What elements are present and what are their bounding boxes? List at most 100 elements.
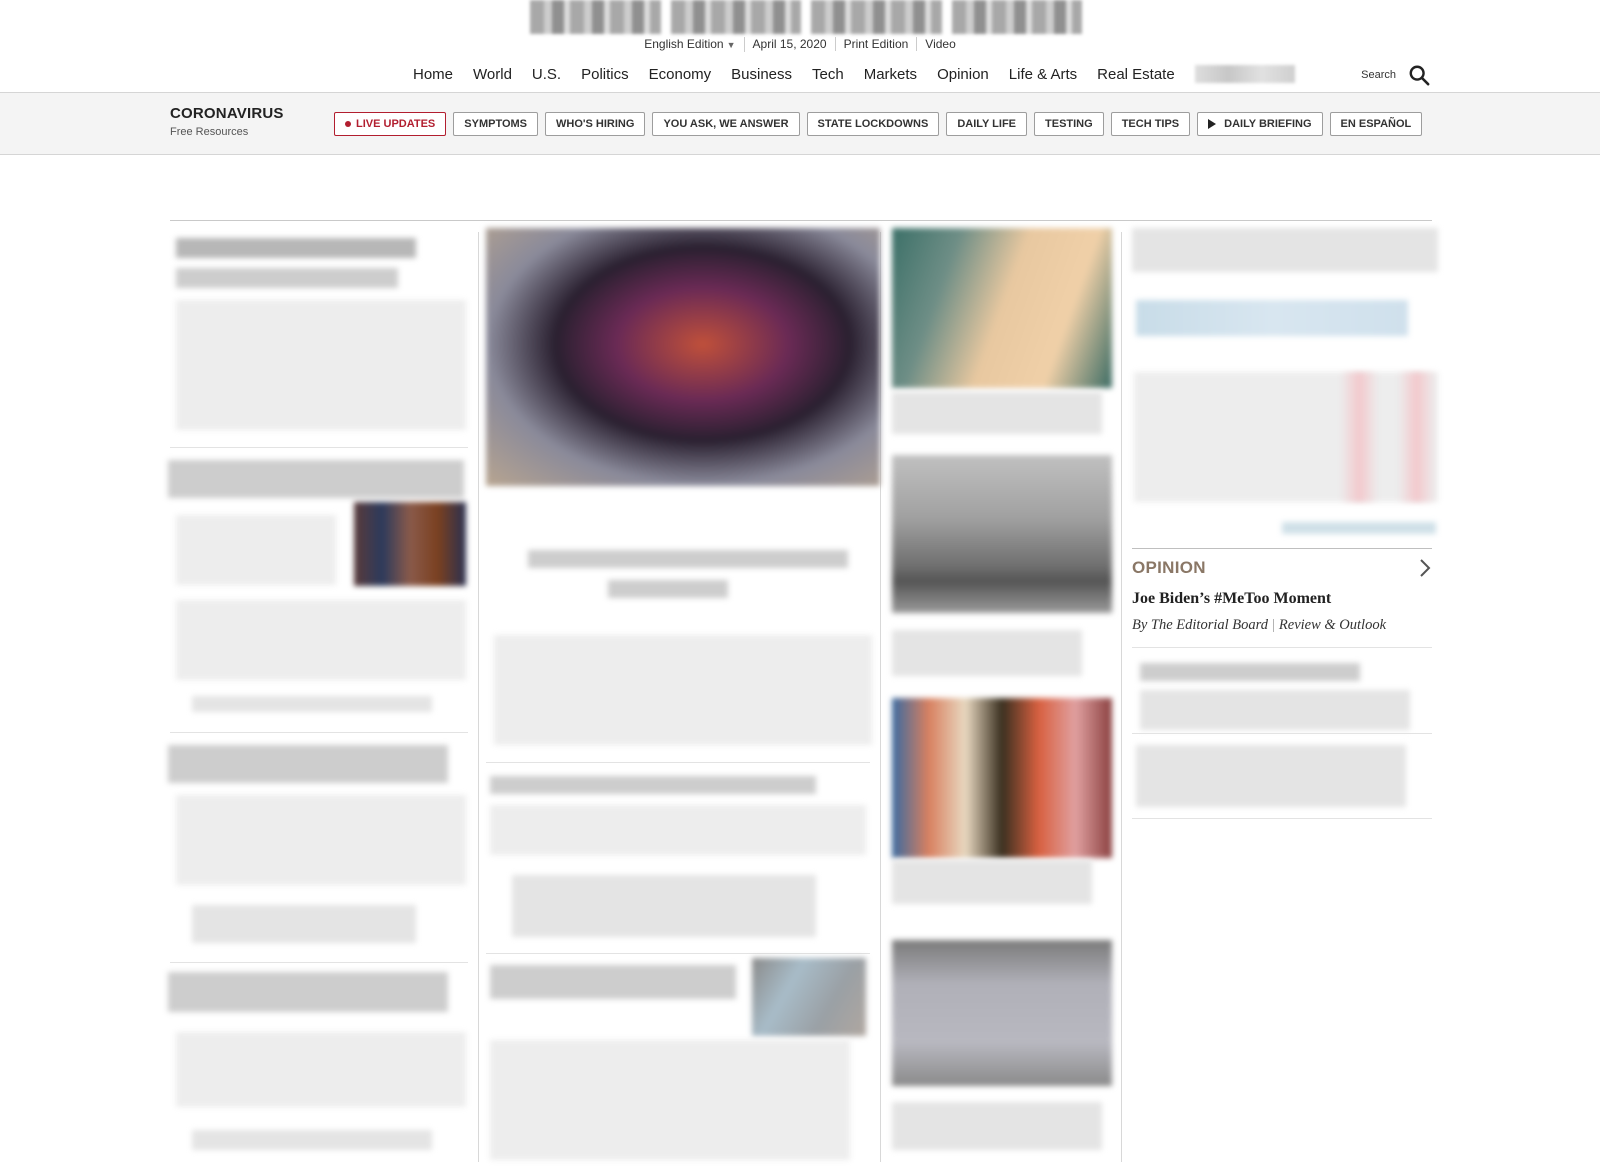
- market-chart: [1136, 300, 1408, 336]
- byline-separator: |: [1272, 617, 1275, 633]
- logo-blur: [951, 0, 1082, 34]
- summary-blur: [1140, 690, 1410, 730]
- masthead-logo[interactable]: [530, 0, 1082, 34]
- nav-opinion[interactable]: Opinion: [927, 65, 999, 85]
- headline-blur: [892, 392, 1102, 434]
- live-updates-button[interactable]: LIVE UPDATES: [334, 112, 447, 136]
- nav-world[interactable]: World: [463, 65, 522, 85]
- lead-story-image[interactable]: [486, 228, 880, 486]
- summary-blur: [176, 300, 466, 430]
- search-label: Search: [1361, 69, 1396, 81]
- content-divider: [170, 220, 1432, 221]
- opinion-byline: By The Editorial Board | Review & Outlook: [1132, 617, 1386, 634]
- logo-blur: [811, 0, 942, 34]
- coronavirus-topic-bar: CORONAVIRUS Free Resources LIVE UPDATES …: [0, 92, 1600, 155]
- column-divider: [880, 232, 881, 1162]
- opinion-section-link[interactable]: Review & Outlook: [1279, 617, 1386, 633]
- nav-us[interactable]: U.S.: [522, 65, 571, 85]
- headline-blur: [168, 460, 464, 498]
- you-ask-button[interactable]: YOU ASK, WE ANSWER: [652, 112, 800, 136]
- video-link[interactable]: Video: [917, 37, 963, 51]
- story-image[interactable]: [892, 455, 1112, 613]
- date-label: April 15, 2020: [745, 37, 836, 51]
- byline-blur: [192, 905, 416, 943]
- headline-blur: [892, 1102, 1102, 1150]
- story-image[interactable]: [892, 698, 1112, 858]
- nav-blurred-item[interactable]: [1194, 65, 1295, 83]
- summary-blur: [176, 600, 466, 680]
- summary-blur: [494, 635, 872, 745]
- story-divider: [170, 732, 468, 733]
- chevron-right-icon[interactable]: [1418, 558, 1432, 578]
- live-dot-icon: [345, 121, 351, 127]
- testing-button[interactable]: TESTING: [1034, 112, 1104, 136]
- column-divider: [1121, 232, 1122, 1162]
- opinion-headline[interactable]: Joe Biden’s #MeToo Moment: [1132, 590, 1331, 608]
- daily-briefing-button[interactable]: DAILY BRIEFING: [1197, 112, 1323, 136]
- logo-blur: [670, 0, 801, 34]
- whos-hiring-button[interactable]: WHO'S HIRING: [545, 112, 646, 136]
- daily-briefing-label: DAILY BRIEFING: [1224, 118, 1312, 130]
- story-divider: [486, 953, 870, 954]
- nav-life-arts[interactable]: Life & Arts: [999, 65, 1087, 85]
- opinion-author: By The Editorial Board: [1132, 617, 1268, 633]
- headline-blur: [1136, 745, 1406, 807]
- headline-blur: [176, 268, 398, 288]
- story-divider: [1132, 733, 1432, 734]
- symptoms-button[interactable]: SYMPTOMS: [453, 112, 539, 136]
- nav-markets[interactable]: Markets: [854, 65, 927, 85]
- opinion-rule: [1132, 548, 1432, 549]
- nav-home[interactable]: Home: [403, 65, 463, 85]
- nav-economy[interactable]: Economy: [639, 65, 722, 85]
- summary-blur: [490, 805, 866, 855]
- summary-blur: [490, 1040, 850, 1160]
- play-icon: [1208, 119, 1217, 129]
- live-updates-label: LIVE UPDATES: [356, 118, 436, 130]
- headline-blur: [1140, 663, 1360, 681]
- market-change-blur: [1340, 372, 1436, 502]
- story-divider: [170, 962, 468, 963]
- story-divider: [1132, 818, 1432, 819]
- nav-real-estate[interactable]: Real Estate: [1087, 65, 1185, 85]
- main-nav: Home World U.S. Politics Economy Busines…: [0, 62, 1600, 92]
- nav-business[interactable]: Business: [721, 65, 802, 85]
- story-thumbnail[interactable]: [354, 502, 466, 586]
- headline-blur: [490, 965, 736, 999]
- nav-tech[interactable]: Tech: [802, 65, 854, 85]
- print-edition-link[interactable]: Print Edition: [836, 37, 918, 51]
- story-image[interactable]: [892, 228, 1112, 388]
- state-lockdowns-button[interactable]: STATE LOCKDOWNS: [806, 112, 940, 136]
- story-divider: [1132, 647, 1432, 648]
- headline-blur: [528, 550, 848, 568]
- headline-blur: [490, 776, 816, 794]
- story-image[interactable]: [892, 940, 1112, 1086]
- summary-blur: [176, 515, 336, 585]
- summary-blur: [176, 1032, 466, 1107]
- logo-blur: [530, 0, 661, 34]
- headline-blur: [608, 580, 728, 598]
- byline-blur: [192, 1130, 432, 1150]
- topic-title: CORONAVIRUS: [170, 105, 284, 122]
- story-thumbnail[interactable]: [752, 958, 866, 1036]
- edition-selector[interactable]: English Edition ▼: [636, 37, 745, 52]
- story-divider: [486, 762, 870, 763]
- nav-politics[interactable]: Politics: [571, 65, 639, 85]
- tech-tips-button[interactable]: TECH TIPS: [1110, 112, 1191, 136]
- search-button[interactable]: Search: [1361, 64, 1430, 86]
- byline-blur: [192, 696, 432, 712]
- topic-title-block[interactable]: CORONAVIRUS Free Resources: [170, 105, 284, 138]
- topic-subtitle: Free Resources: [170, 126, 249, 138]
- headline-blur: [892, 630, 1082, 676]
- search-icon: [1409, 65, 1430, 86]
- headline-blur: [168, 745, 448, 783]
- widget-header-blur: [1132, 228, 1438, 272]
- en-espanol-button[interactable]: EN ESPAÑOL: [1329, 112, 1423, 136]
- chevron-down-icon: ▼: [726, 40, 736, 50]
- story-divider: [170, 447, 468, 448]
- headline-blur: [176, 238, 416, 258]
- daily-life-button[interactable]: DAILY LIFE: [946, 112, 1028, 136]
- summary-blur: [176, 795, 466, 885]
- edition-bar: English Edition ▼ April 15, 2020 Print Edit…: [0, 37, 1600, 52]
- opinion-label: OPINION: [1132, 558, 1206, 577]
- opinion-section-header[interactable]: OPINION: [1132, 558, 1432, 578]
